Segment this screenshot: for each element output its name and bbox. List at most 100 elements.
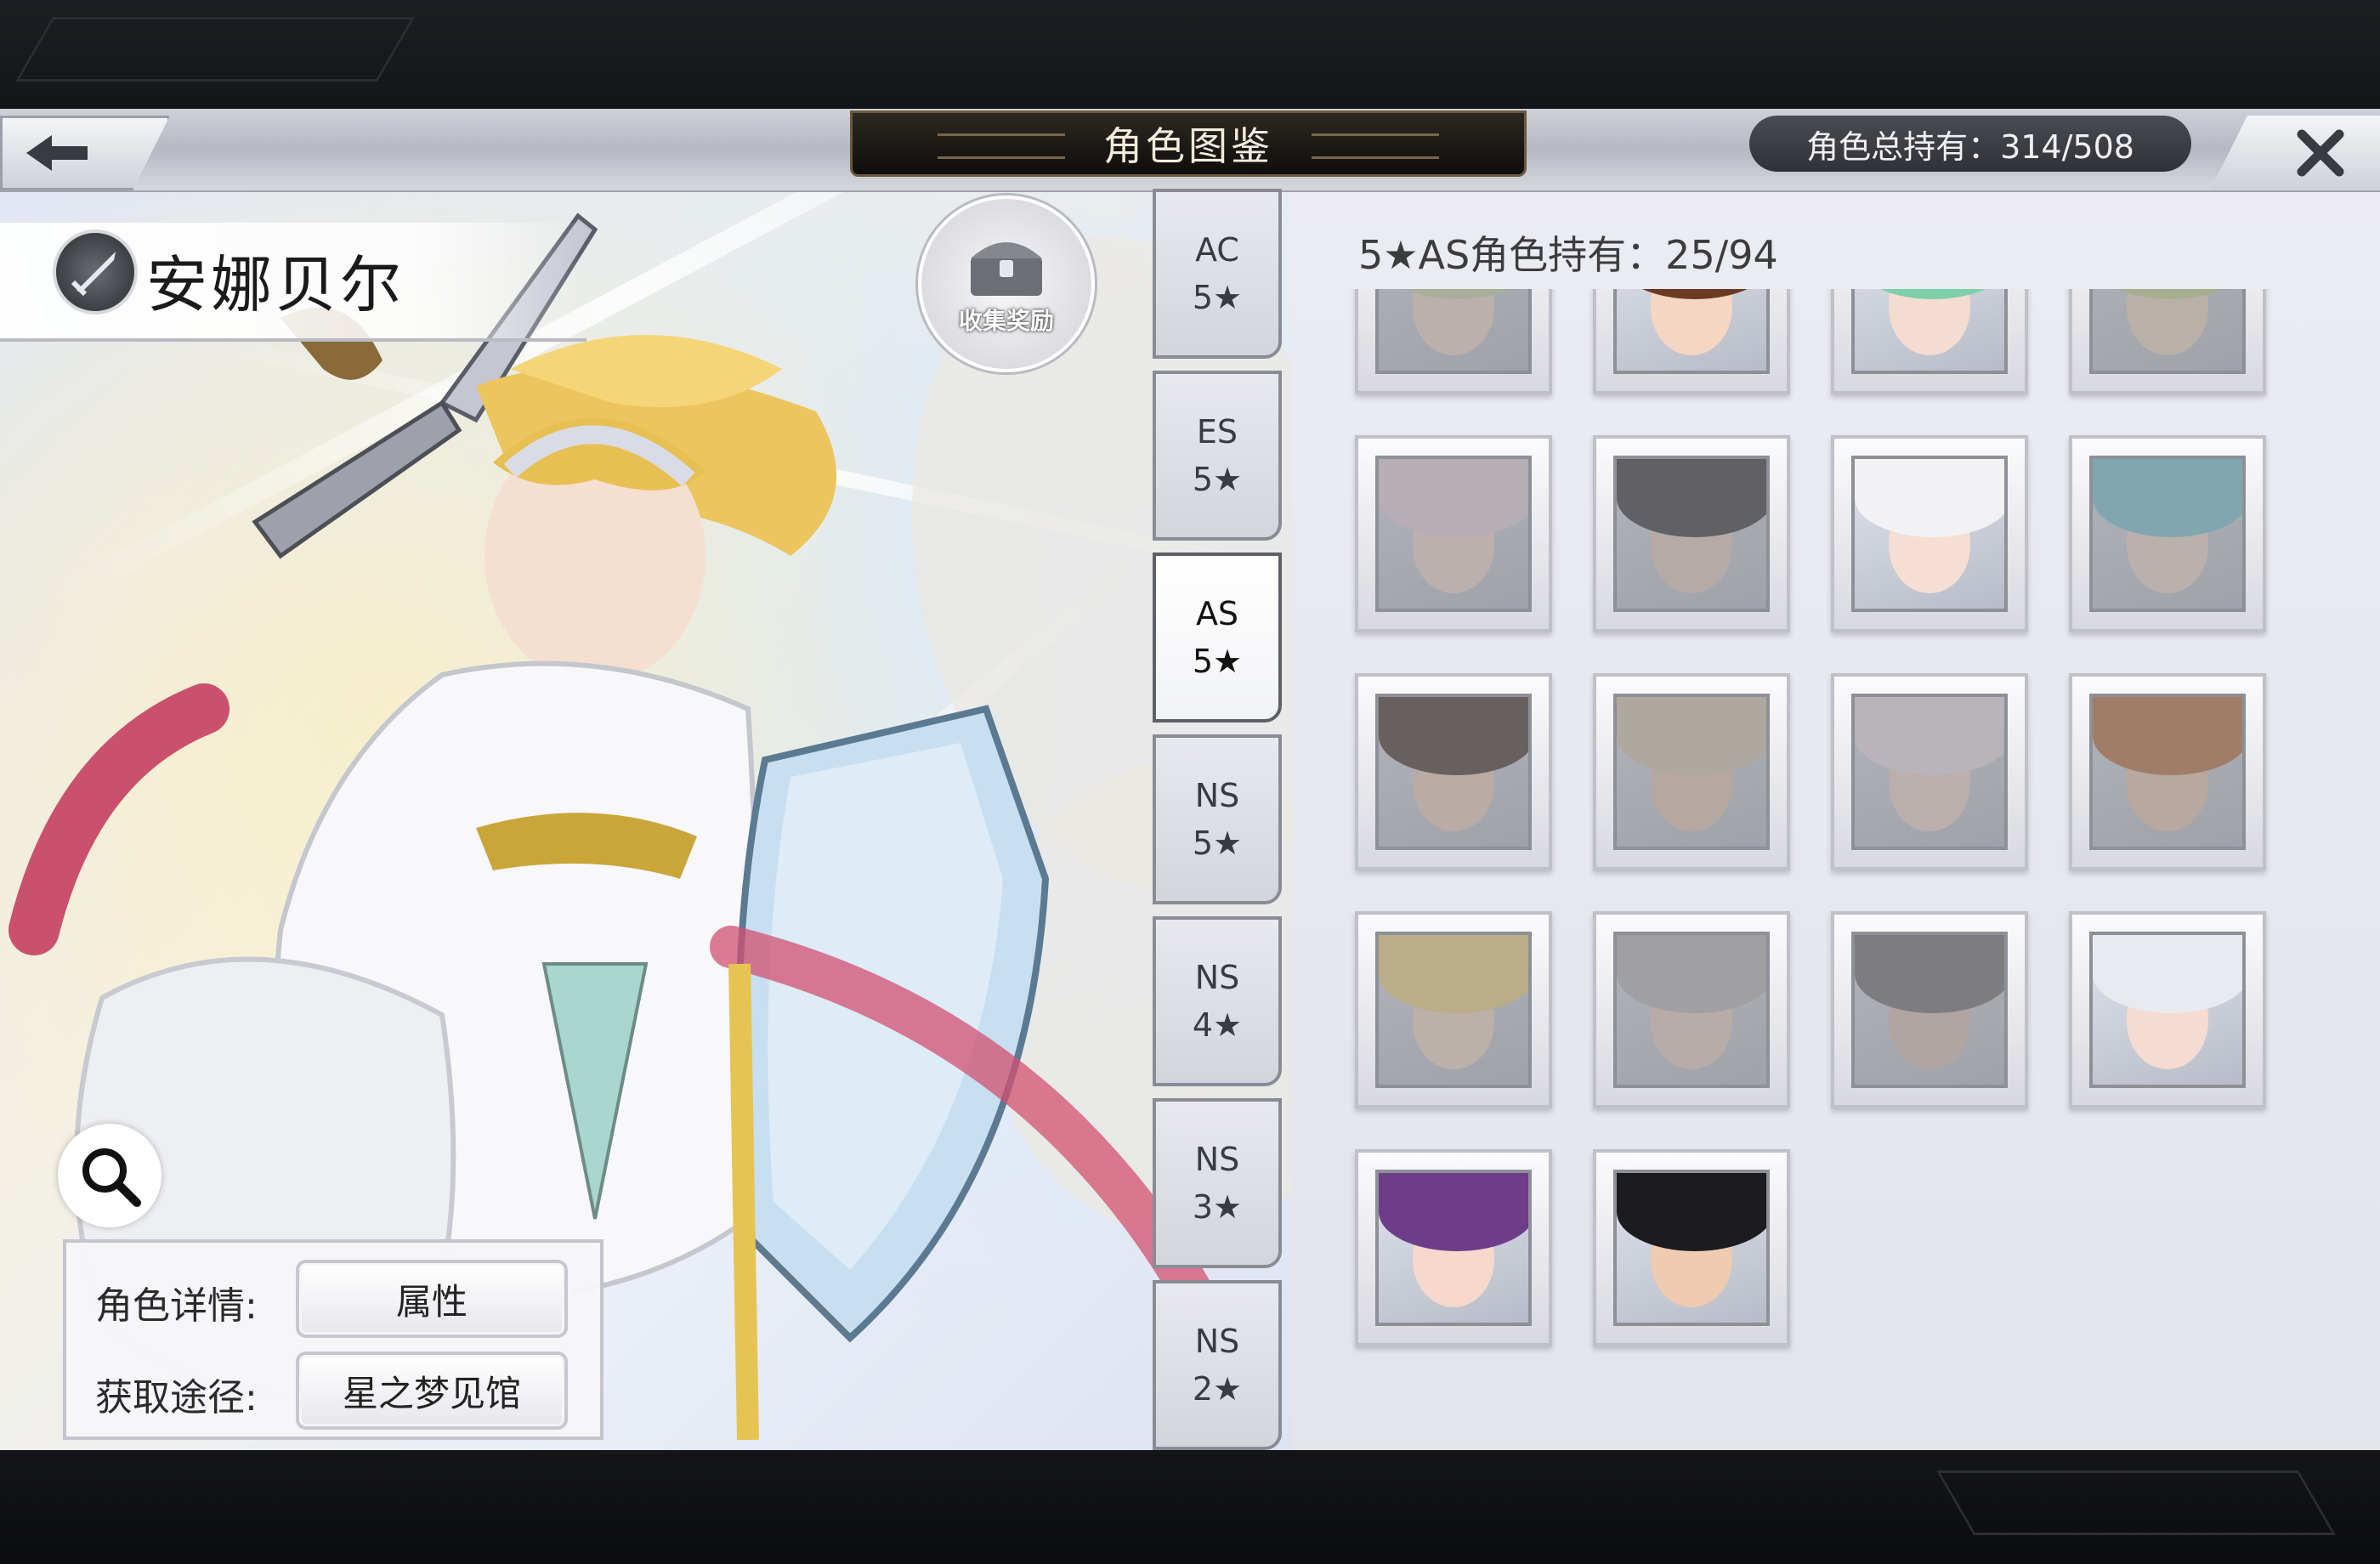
rarity-tab-type: NS [1194,777,1240,814]
portrait-hair [2093,697,2242,775]
attributes-button[interactable]: 属性 [296,1260,568,1338]
portrait-face [1889,736,1970,832]
frame-ornament [1936,1470,2336,1535]
portrait-hair [1379,459,1528,537]
sword-class-icon [53,230,138,314]
character-portrait [1613,1170,1770,1326]
back-arrow-icon [26,135,88,171]
rarity-tab[interactable]: NS 5★ [1153,734,1282,904]
portrait-hair [1379,289,1528,299]
rarity-tab-stars: 4★ [1192,1006,1243,1044]
page-title: 角色图鉴 [850,110,1527,177]
frame-ornament [15,17,415,82]
portrait-hair [1855,697,2004,775]
character-grid [1345,289,2280,1445]
rarity-tab-type: ES [1196,413,1238,450]
character-card[interactable] [1831,673,2028,870]
rarity-tab-stars: 5★ [1192,461,1243,498]
portrait-hair [2093,459,2242,537]
rarity-tab[interactable]: NS 3★ [1153,1098,1282,1268]
character-card[interactable] [2069,911,2266,1108]
portrait-hair [1379,935,1528,1013]
portrait-face [1889,974,1970,1070]
portrait-face [1413,289,1494,356]
rarity-tab-type: AC [1195,231,1239,269]
portrait-hair [1379,1173,1528,1251]
zoom-button[interactable] [58,1124,162,1227]
character-card[interactable] [1355,1149,1552,1346]
character-info-box: 角色详情: 属性 获取途径: 星之梦见馆 [63,1239,604,1440]
character-portrait [1613,456,1770,612]
character-card[interactable] [1355,911,1552,1108]
portrait-hair [1855,935,2004,1013]
character-card[interactable] [1593,289,1790,394]
character-portrait [1613,289,1770,374]
character-portrait [2089,932,2246,1088]
collection-reward-button[interactable]: 收集奖励 [918,196,1095,372]
rarity-tab[interactable]: NS 4★ [1153,916,1282,1086]
character-portrait [1613,694,1770,850]
rarity-tab-type: AS [1195,595,1239,632]
rarity-tab[interactable]: AS 5★ [1153,552,1282,722]
character-card[interactable] [1831,911,2028,1108]
list-owned-count: 5★AS角色持有：25/94 [1358,232,1778,278]
portrait-face [2127,498,2208,594]
treasure-chest-icon [971,242,1042,296]
character-card[interactable] [2069,289,2266,394]
rarity-tab-stars: 5★ [1192,279,1243,316]
character-card[interactable] [1355,673,1552,870]
rarity-tab[interactable]: NS 2★ [1153,1280,1282,1450]
portrait-face [1413,736,1494,832]
rarity-tab-stars: 5★ [1192,824,1243,862]
rarity-tab-stars: 5★ [1192,643,1243,680]
character-card[interactable] [1355,435,1552,632]
portrait-hair [1379,697,1528,775]
character-card[interactable] [2069,673,2266,870]
character-card[interactable] [1831,435,2028,632]
character-card[interactable] [1355,289,1552,394]
character-card[interactable] [1831,289,2028,394]
portrait-hair [1617,459,1766,537]
portrait-hair [1855,289,2004,299]
portrait-face [2127,736,2208,832]
total-owned-text: 角色总持有：314/508 [1806,128,2134,166]
source-button[interactable]: 星之梦见馆 [296,1352,568,1430]
character-name: 安娜贝尔 [146,249,405,320]
portrait-face [1651,736,1732,832]
portrait-hair [1617,935,1766,1013]
portrait-face [2127,289,2208,356]
rarity-tab-type: NS [1194,959,1240,996]
rarity-tab[interactable]: ES 5★ [1153,371,1282,541]
portrait-face [1413,498,1494,594]
collection-reward-label: 收集奖励 [958,307,1054,335]
character-portrait [2089,694,2246,850]
close-icon [2297,129,2344,177]
page-title-text: 角色图鉴 [1103,123,1273,169]
title-ornament [938,133,1065,159]
character-card[interactable] [2069,435,2266,632]
portrait-face [1651,498,1732,594]
source-label: 获取途径: [95,1376,258,1420]
character-card[interactable] [1593,1149,1790,1346]
portrait-hair [1855,459,2004,537]
rarity-tab-type: NS [1194,1141,1240,1178]
total-owned-counter: 角色总持有：314/508 [1749,116,2191,172]
rarity-tab-type: NS [1194,1323,1240,1360]
character-portrait [1851,932,2008,1088]
rarity-tab-stars: 3★ [1192,1188,1243,1226]
character-portrait [1851,456,2008,612]
portrait-face [1413,974,1494,1070]
character-portrait [2089,289,2246,374]
details-label: 角色详情: [95,1284,258,1328]
portrait-hair [2093,935,2242,1013]
character-portrait [1851,694,2008,850]
portrait-hair [1617,289,1766,299]
portrait-hair [1617,697,1766,775]
rarity-tab[interactable]: AC 5★ [1153,189,1282,359]
character-portrait [1375,456,1532,612]
search-icon [82,1148,141,1207]
character-card[interactable] [1593,435,1790,632]
character-card[interactable] [1593,911,1790,1108]
character-card[interactable] [1593,673,1790,870]
character-portrait [1613,932,1770,1088]
